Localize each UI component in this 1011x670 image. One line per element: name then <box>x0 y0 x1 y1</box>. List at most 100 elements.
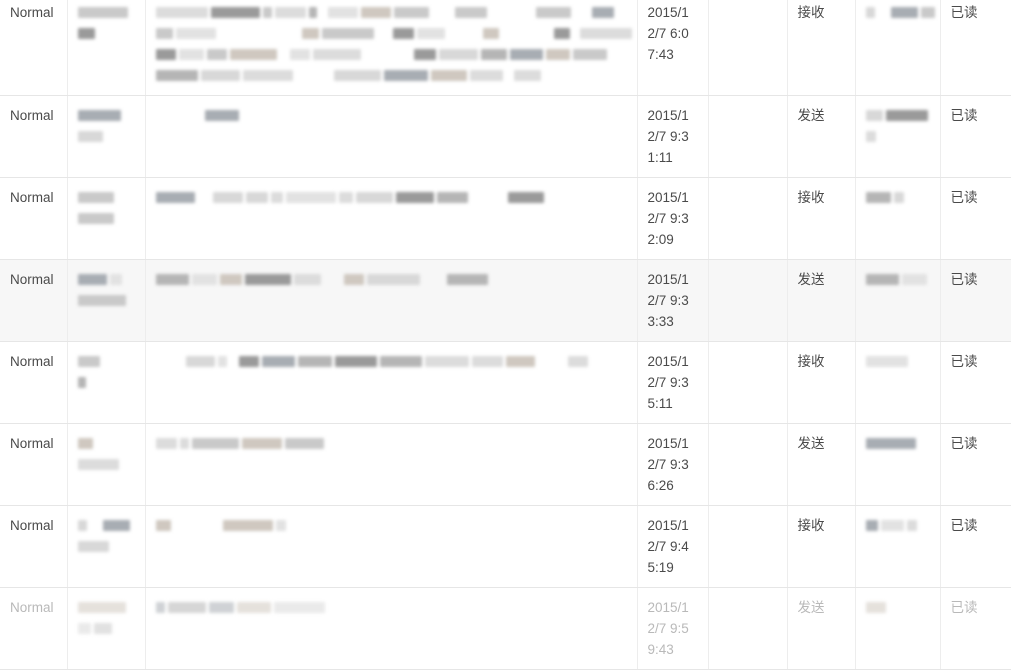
status-badge: 已读 <box>950 272 978 287</box>
cell-account <box>855 505 941 588</box>
redacted-text <box>155 23 632 42</box>
cell-priority: Normal <box>0 423 68 506</box>
table-row[interactable]: Normal 2015/12/7 9:31:11 发送 已读 <box>0 95 1011 178</box>
date-label: 2015/12/7 9:45:19 <box>647 518 689 575</box>
redacted-text <box>865 269 932 288</box>
cell-subject <box>145 505 638 588</box>
status-badge: 已读 <box>950 354 978 369</box>
table-row[interactable]: Normal 2015/12/7 9:36:26 发送 已读 <box>0 423 1011 506</box>
redacted-content <box>156 351 629 391</box>
cell-date: 2015/12/7 9:32:09 <box>637 177 709 260</box>
cell-sender <box>67 0 146 96</box>
redacted-text <box>77 454 137 473</box>
table-row[interactable]: Normal 2015/12/7 6:07:43 接收 已读 <box>0 0 1011 96</box>
redacted-text <box>77 23 137 42</box>
cell-date: 2015/12/7 9:35:11 <box>637 341 709 424</box>
date-label: 2015/12/7 9:36:26 <box>647 436 689 493</box>
redacted-content <box>77 187 137 227</box>
priority-label: Normal <box>10 190 54 205</box>
cell-sender <box>67 341 146 424</box>
date-label: 2015/12/7 9:32:09 <box>647 190 689 247</box>
redacted-content <box>155 2 632 84</box>
table-row[interactable]: Normal 2015/12/7 9:59:43 发送 已读 <box>0 587 1011 670</box>
cell-blank <box>708 0 788 96</box>
redacted-text <box>155 44 629 63</box>
type-label: 接收 <box>797 518 825 533</box>
cell-status: 已读 <box>940 177 1011 260</box>
priority-label: Normal <box>10 354 54 369</box>
cell-subject <box>145 95 638 178</box>
cell-priority: Normal <box>0 341 68 424</box>
redacted-text <box>77 597 137 616</box>
type-label: 接收 <box>797 190 825 205</box>
cell-sender <box>67 259 146 342</box>
redacted-text <box>865 515 932 534</box>
cell-status: 已读 <box>940 259 1011 342</box>
redacted-content <box>865 351 932 391</box>
cell-date: 2015/12/7 6:07:43 <box>637 0 709 96</box>
date-label: 2015/12/7 9:35:11 <box>647 354 689 411</box>
cell-type: 接收 <box>787 177 856 260</box>
redacted-text <box>866 23 932 42</box>
cell-date: 2015/12/7 9:45:19 <box>637 505 709 588</box>
table-row[interactable]: Normal 2015/12/7 9:32:09 接收 已读 <box>0 177 1011 260</box>
cell-status: 已读 <box>940 423 1011 506</box>
redacted-text <box>155 515 629 534</box>
cell-type: 接收 <box>787 0 856 96</box>
redacted-text <box>77 433 137 452</box>
redacted-content <box>77 269 137 309</box>
cell-blank <box>708 587 788 670</box>
type-label: 发送 <box>797 436 825 451</box>
cell-type: 发送 <box>787 587 856 670</box>
redacted-text <box>866 208 932 227</box>
redacted-text <box>866 618 932 637</box>
redacted-text <box>156 372 629 391</box>
date-label: 2015/12/7 9:59:43 <box>647 600 689 657</box>
redacted-text <box>77 515 137 534</box>
status-badge: 已读 <box>950 108 978 123</box>
cell-blank <box>708 341 788 424</box>
redacted-content <box>865 515 932 555</box>
cell-date: 2015/12/7 9:36:26 <box>637 423 709 506</box>
redacted-text <box>865 351 932 370</box>
cell-priority: Normal <box>0 177 68 260</box>
redacted-content <box>155 515 629 534</box>
redacted-text <box>866 372 932 391</box>
redacted-text <box>865 187 932 206</box>
table-row[interactable]: Normal 2015/12/7 9:45:19 接收 已读 <box>0 505 1011 588</box>
priority-label: Normal <box>10 108 54 123</box>
date-label: 2015/12/7 6:07:43 <box>647 5 689 62</box>
cell-priority: Normal <box>0 587 68 670</box>
redacted-content <box>155 433 629 452</box>
redacted-text <box>865 433 932 452</box>
cell-account <box>855 259 941 342</box>
cell-account <box>855 341 941 424</box>
redacted-text <box>155 597 629 616</box>
redacted-text <box>77 187 137 206</box>
redacted-content <box>865 433 932 473</box>
redacted-text <box>865 597 932 616</box>
redacted-text <box>156 105 629 124</box>
type-label: 接收 <box>797 5 825 20</box>
redacted-content <box>77 2 137 42</box>
cell-blank <box>708 423 788 506</box>
status-badge: 已读 <box>950 600 978 615</box>
table-row[interactable]: Normal 2015/12/7 9:33:33 发送 已读 <box>0 259 1011 342</box>
redacted-content <box>77 515 137 555</box>
table-row[interactable]: Normal 2015/12/7 9:35:11 接收 已读 <box>0 341 1011 424</box>
redacted-content <box>865 597 932 637</box>
type-label: 发送 <box>797 600 825 615</box>
redacted-content <box>155 187 629 206</box>
redacted-content <box>865 2 935 42</box>
priority-label: Normal <box>10 600 54 615</box>
redacted-text <box>156 351 629 370</box>
cell-date: 2015/12/7 9:33:33 <box>637 259 709 342</box>
redacted-text <box>866 290 932 309</box>
cell-status: 已读 <box>940 341 1011 424</box>
cell-account <box>855 0 941 96</box>
cell-blank <box>708 177 788 260</box>
cell-status: 已读 <box>940 0 1011 96</box>
cell-subject <box>145 423 638 506</box>
redacted-text <box>865 2 935 21</box>
cell-sender <box>67 587 146 670</box>
